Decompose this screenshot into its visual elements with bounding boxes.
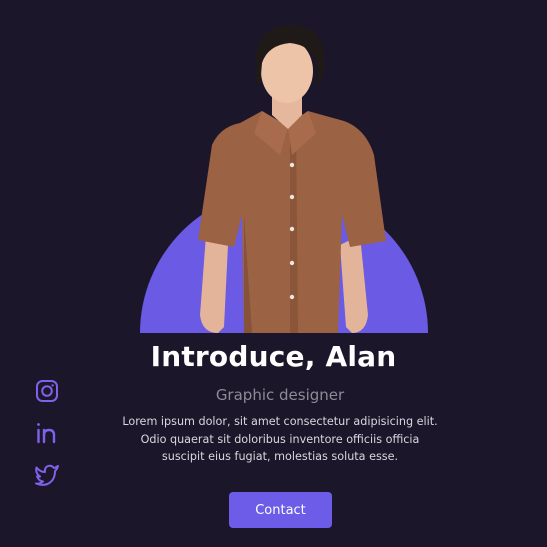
profile-card: Introduce, Alan Graphic designer Lorem i… xyxy=(0,0,547,547)
linkedin-icon[interactable] xyxy=(34,420,60,446)
bio-text: Lorem ipsum dolor, sit amet consectetur … xyxy=(122,415,438,463)
hero-image xyxy=(140,15,428,335)
instagram-icon[interactable] xyxy=(34,378,60,404)
social-links xyxy=(34,378,60,503)
job-title: Graphic designer xyxy=(215,386,345,404)
page-title: Introduce, Alan xyxy=(150,340,397,373)
contact-button[interactable]: Contact xyxy=(229,492,332,528)
twitter-icon[interactable] xyxy=(34,461,60,487)
